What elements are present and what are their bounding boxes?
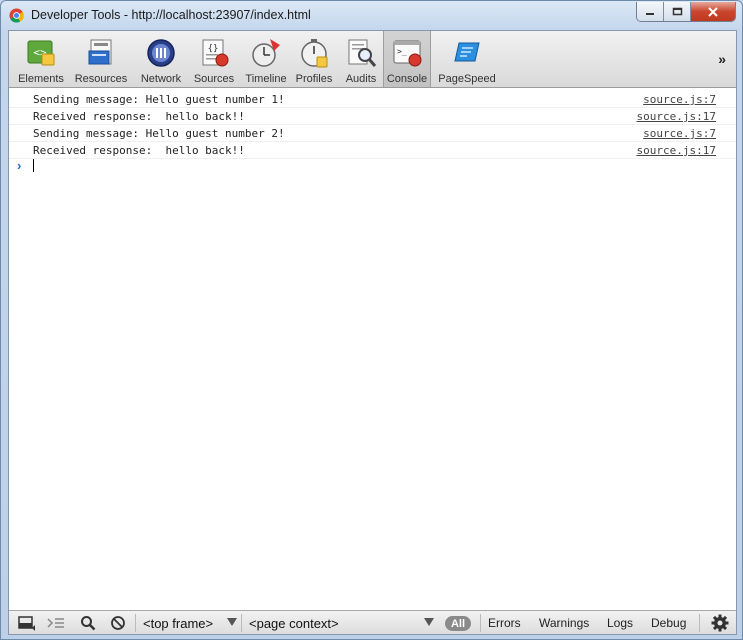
message-text: Received response: hello back!! [33,144,245,157]
chevron-down-icon [424,618,434,626]
dock-toggle-button[interactable] [13,611,39,634]
tab-label: Network [140,73,182,85]
close-button[interactable] [691,2,735,21]
tab-timeline[interactable]: Timeline [243,31,289,87]
clear-icon [111,616,125,630]
context-selector-value: <page context> [249,615,339,631]
console-output[interactable]: Sending message: Hello guest number 1! s… [9,88,736,610]
clear-console-button[interactable] [105,611,131,634]
prompt-arrow-icon: › [17,158,22,173]
divider [135,614,136,632]
window-title: Developer Tools - http://localhost:23907… [31,8,311,22]
tab-resources[interactable]: Resources [73,31,129,87]
timeline-icon [252,39,280,67]
console-prompt-input[interactable]: › [9,157,736,174]
devtools-client: <> Elements Resources Network {} Sources… [8,30,737,635]
divider [480,614,481,632]
tab-label: Profiles [295,73,333,85]
tab-label: Audits [345,73,377,85]
tab-label: Sources [193,73,235,85]
tab-label: Elements [18,73,64,85]
audits-icon [348,39,377,67]
title-bar[interactable]: Developer Tools - http://localhost:23907… [1,1,742,29]
message-text: Received response: hello back!! [33,110,245,123]
tab-sources[interactable]: {} Sources [191,31,237,87]
pagespeed-icon [454,42,480,62]
context-selector[interactable]: <page context> [249,611,439,634]
drawer-toggle-button[interactable] [43,611,69,634]
tab-audits[interactable]: Audits [341,31,381,87]
close-icon [708,6,718,17]
divider [241,614,242,632]
chrome-logo-icon [9,8,24,23]
frame-selector[interactable]: <top frame> [143,611,239,634]
console-message: Sending message: Hello guest number 1! s… [9,90,736,108]
settings-button[interactable] [707,611,733,634]
tab-label: Console [386,73,428,85]
search-button[interactable] [75,611,101,634]
frame-selector-value: <top frame> [143,615,214,631]
filter-errors[interactable]: Errors [488,616,521,630]
source-link[interactable]: source.js:17 [637,110,716,123]
tab-label: Resources [74,73,128,85]
text-caret [33,159,34,172]
source-link[interactable]: source.js:7 [643,127,716,140]
elements-icon: <> [27,40,55,66]
maximize-icon [672,7,682,16]
network-icon [147,39,175,67]
search-icon [81,616,96,631]
filter-debug[interactable]: Debug [651,616,686,630]
profiles-icon [301,39,328,68]
window-controls [636,2,736,22]
gear-icon [711,614,729,632]
minimize-icon [646,12,654,15]
svg-text:{}: {} [208,44,219,54]
status-bar: <top frame> <page context> All Errors Wa… [9,610,736,634]
devtools-window: Developer Tools - http://localhost:23907… [0,0,743,640]
show-console-icon [47,618,64,628]
tab-profiles[interactable]: Profiles [293,31,335,87]
source-link[interactable]: source.js:17 [637,144,716,157]
console-icon: >_ [393,40,422,67]
tab-label: PageSpeed [438,73,496,85]
tab-network[interactable]: Network [137,31,185,87]
panel-toolbar: <> Elements Resources Network {} Sources… [9,31,736,88]
resources-icon [88,39,112,65]
divider [699,614,700,632]
tab-pagespeed[interactable]: PageSpeed [435,31,499,87]
sources-icon: {} [202,39,229,67]
message-text: Sending message: Hello guest number 1! [33,93,285,106]
dock-icon [18,616,35,631]
toolbar-overflow-button[interactable]: » [718,51,726,67]
tab-elements[interactable]: <> Elements [15,31,67,87]
tab-label: Timeline [245,73,287,85]
minimize-button[interactable] [637,2,664,21]
message-text: Sending message: Hello guest number 2! [33,127,285,140]
source-link[interactable]: source.js:7 [643,93,716,106]
filter-warnings[interactable]: Warnings [539,616,589,630]
console-message: Sending message: Hello guest number 2! s… [9,124,736,142]
svg-text:>_: >_ [397,47,407,56]
chevron-down-icon [227,618,237,626]
filter-logs[interactable]: Logs [607,616,633,630]
maximize-button[interactable] [664,2,691,21]
filter-all[interactable]: All [445,616,471,631]
console-message: Received response: hello back!! source.j… [9,107,736,125]
tab-console[interactable]: >_ Console [383,31,431,87]
